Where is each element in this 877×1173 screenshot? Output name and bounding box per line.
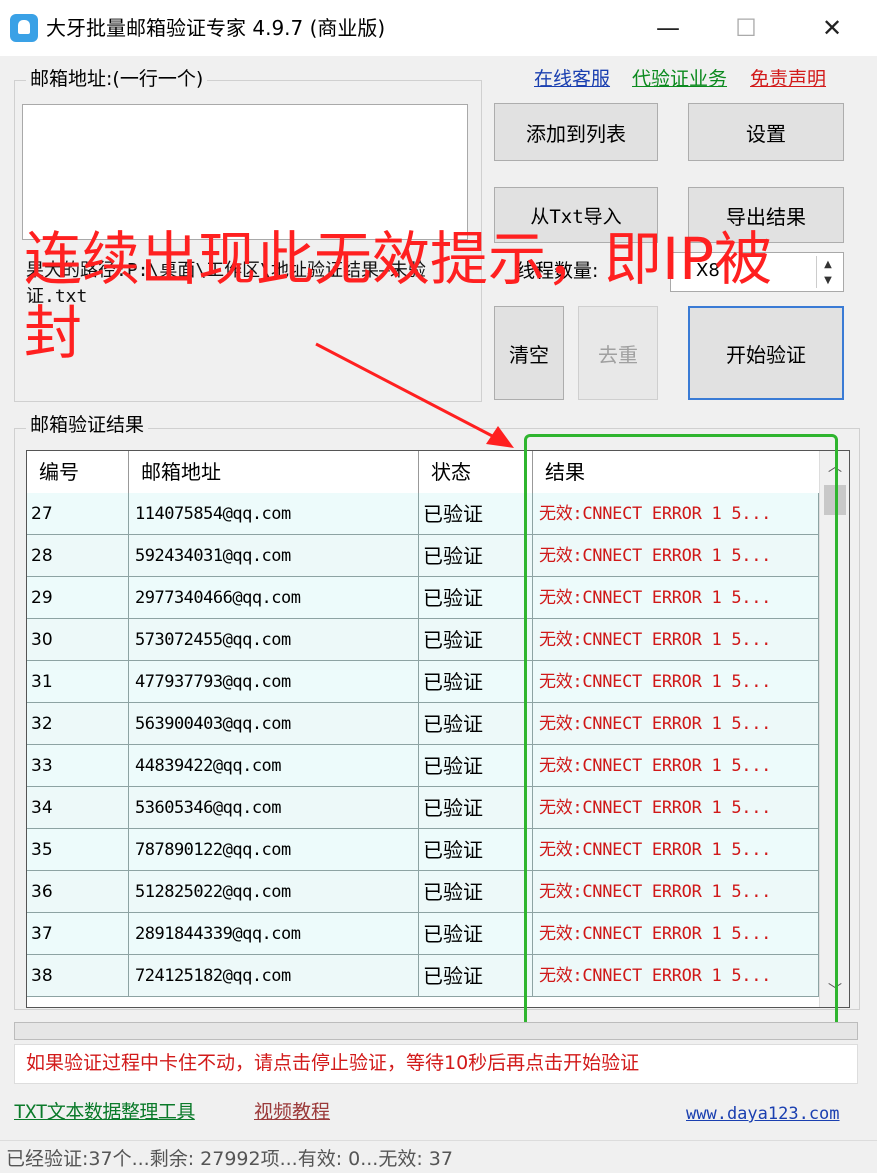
row-status-cell: 已验证 xyxy=(419,493,533,535)
txt-tool-link[interactable]: TXT文本数据整理工具 xyxy=(14,1098,195,1126)
row-id-cell: 37 xyxy=(27,913,129,955)
row-email-cell: 563900403@qq.com xyxy=(129,703,419,745)
warning-text: 如果验证过程中卡住不动，请点击停止验证，等待10秒后再点击开始验证 xyxy=(26,1052,640,1074)
maximize-button[interactable]: ☐ xyxy=(708,0,784,56)
tooth-logo-icon xyxy=(10,14,38,42)
row-status-cell: 已验证 xyxy=(419,913,533,955)
row-email-cell: 44839422@qq.com xyxy=(129,745,419,787)
row-id-cell: 38 xyxy=(27,955,129,997)
close-button[interactable]: ✕ xyxy=(796,0,868,56)
row-id-cell: 31 xyxy=(27,661,129,703)
status-text: 已经验证:37个...剩余: 27992项...有效: 0...无效: 37 xyxy=(6,1148,453,1170)
settings-button[interactable]: 设置 xyxy=(688,103,844,161)
row-id-cell: 33 xyxy=(27,745,129,787)
proxy-service-link[interactable]: 代验证业务 xyxy=(632,66,727,92)
row-id-cell: 32 xyxy=(27,703,129,745)
row-status-cell: 已验证 xyxy=(419,871,533,913)
row-email-cell: 512825022@qq.com xyxy=(129,871,419,913)
website-link[interactable]: www.daya123.com xyxy=(686,1100,840,1128)
annotation-highlight-box xyxy=(524,434,838,1034)
row-email-cell: 592434031@qq.com xyxy=(129,535,419,577)
row-id-cell: 30 xyxy=(27,619,129,661)
row-email-cell: 2891844339@qq.com xyxy=(129,913,419,955)
row-id-cell: 36 xyxy=(27,871,129,913)
disclaimer-link[interactable]: 免责声明 xyxy=(750,66,826,92)
progress-bar xyxy=(14,1022,858,1040)
row-email-cell: 787890122@qq.com xyxy=(129,829,419,871)
column-header-id[interactable]: 编号 xyxy=(27,451,129,493)
row-status-cell: 已验证 xyxy=(419,619,533,661)
row-status-cell: 已验证 xyxy=(419,703,533,745)
results-section-label: 邮箱验证结果 xyxy=(26,412,149,438)
row-id-cell: 35 xyxy=(27,829,129,871)
row-id-cell: 28 xyxy=(27,535,129,577)
online-service-link[interactable]: 在线客服 xyxy=(534,66,610,92)
row-email-cell: 53605346@qq.com xyxy=(129,787,419,829)
row-status-cell: 已验证 xyxy=(419,535,533,577)
row-email-cell: 573072455@qq.com xyxy=(129,619,419,661)
row-id-cell: 27 xyxy=(27,493,129,535)
row-status-cell: 已验证 xyxy=(419,745,533,787)
annotation-arrow-icon xyxy=(315,342,514,448)
row-status-cell: 已验证 xyxy=(419,661,533,703)
row-email-cell: 724125182@qq.com xyxy=(129,955,419,997)
spinner-down-icon[interactable]: ▼ xyxy=(824,275,832,286)
email-section-label: 邮箱地址:(一行一个) xyxy=(26,66,208,92)
spinner-up-icon[interactable]: ▲ xyxy=(824,259,832,270)
row-id-cell: 34 xyxy=(27,787,129,829)
row-status-cell: 已验证 xyxy=(419,955,533,997)
window-title: 大牙批量邮箱验证专家 4.9.7 (商业版) xyxy=(46,16,386,40)
add-to-list-button[interactable]: 添加到列表 xyxy=(494,103,658,161)
row-email-cell: 2977340466@qq.com xyxy=(129,577,419,619)
row-email-cell: 477937793@qq.com xyxy=(129,661,419,703)
row-status-cell: 已验证 xyxy=(419,577,533,619)
row-status-cell: 已验证 xyxy=(419,787,533,829)
minimize-button[interactable]: — xyxy=(630,0,706,56)
row-status-cell: 已验证 xyxy=(419,829,533,871)
video-tutorial-link[interactable]: 视频教程 xyxy=(254,1098,330,1126)
email-input[interactable] xyxy=(22,104,468,240)
row-id-cell: 29 xyxy=(27,577,129,619)
row-email-cell: 114075854@qq.com xyxy=(129,493,419,535)
